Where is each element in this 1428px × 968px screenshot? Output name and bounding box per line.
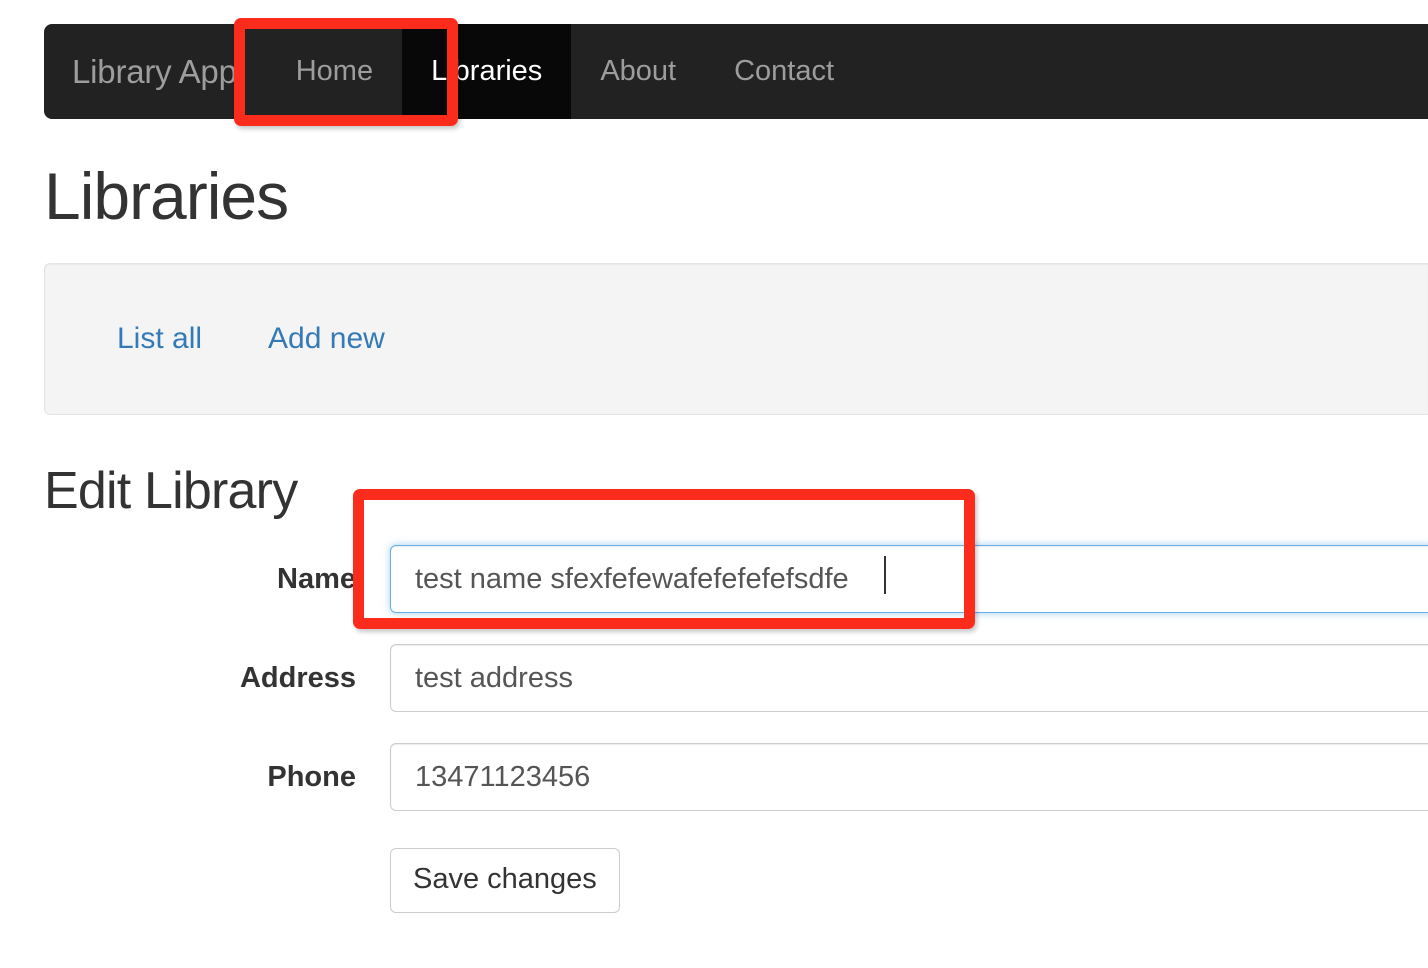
tab-add-new[interactable]: Add new	[268, 324, 385, 354]
nav-item-libraries[interactable]: Libraries	[402, 24, 572, 119]
phone-label: Phone	[267, 761, 356, 793]
text-caret	[884, 556, 886, 594]
name-label: Name	[277, 563, 356, 595]
phone-input[interactable]	[390, 743, 1428, 811]
navbar-links: Home Libraries About Contact	[267, 24, 863, 119]
save-changes-button[interactable]: Save changes	[390, 848, 620, 913]
form-heading: Edit Library	[44, 462, 298, 520]
form-actions-spacer	[0, 848, 390, 913]
navbar-brand[interactable]: Library App	[44, 55, 267, 88]
tab-link-list: List all Add new	[45, 324, 451, 354]
form-row-address: Address	[0, 644, 1428, 743]
address-input[interactable]	[390, 644, 1428, 712]
page-title: Libraries	[44, 159, 289, 233]
form-row-phone: Phone	[0, 743, 1428, 842]
tab-list-all[interactable]: List all	[117, 324, 202, 354]
address-label: Address	[239, 662, 356, 694]
nav-item-contact[interactable]: Contact	[705, 24, 863, 119]
nav-item-about[interactable]: About	[571, 24, 705, 119]
tab-panel: List all Add new	[44, 263, 1428, 415]
nav-item-home[interactable]: Home	[267, 24, 402, 119]
form-actions: Save changes	[0, 842, 1428, 913]
edit-library-form: Name Address Phone Save changes	[0, 545, 1428, 913]
form-row-name: Name	[0, 545, 1428, 644]
name-input[interactable]	[390, 545, 1428, 613]
main-navbar: Library App Home Libraries About Contact	[44, 24, 1428, 119]
